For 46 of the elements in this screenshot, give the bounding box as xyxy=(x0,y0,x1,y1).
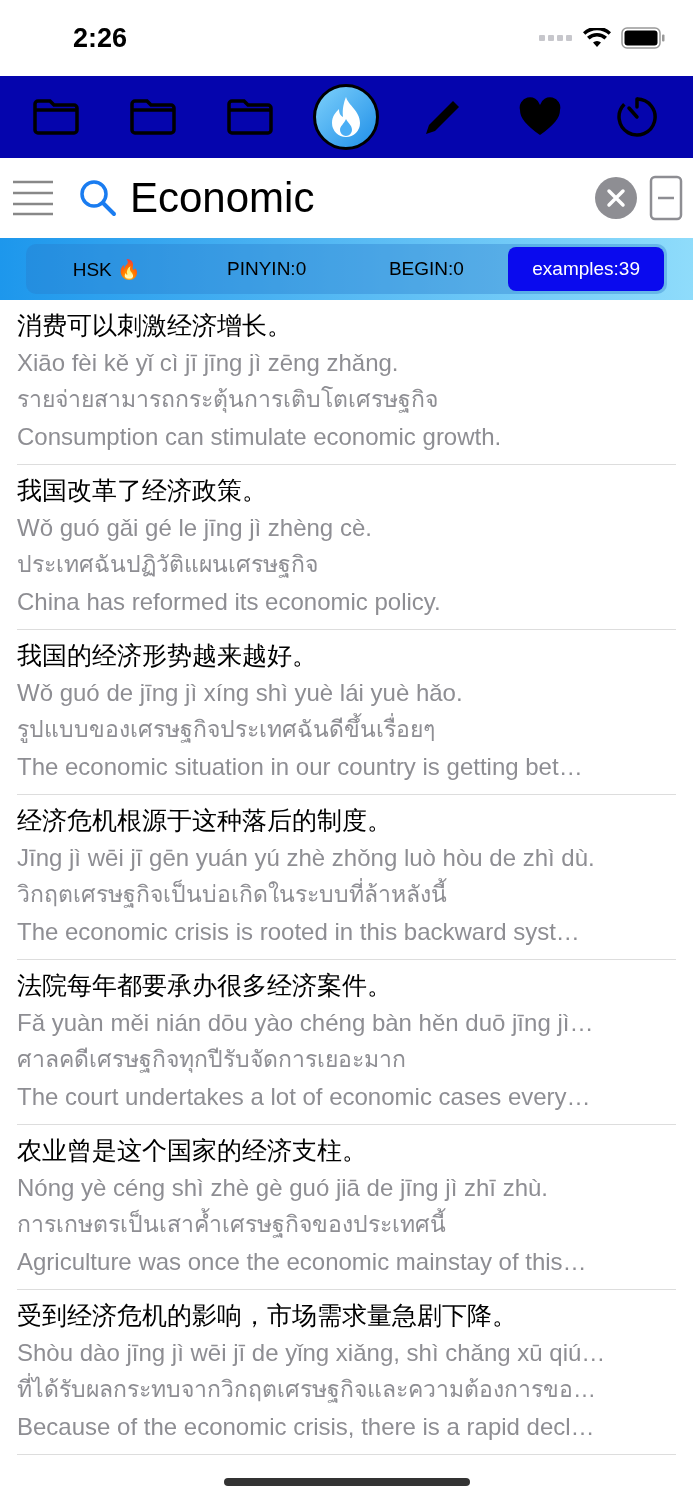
heart-icon xyxy=(517,97,562,137)
pinyin-text: Nóng yè céng shì zhè gè guó jiā de jīng jì zhī zhù. xyxy=(17,1173,549,1203)
pinyin-text: Wǒ guó gǎi gé le jīng jì zhèng cè. xyxy=(17,513,373,543)
pinyin-text: Shòu dào jīng jì wēi jī de yǐng xiǎng, shì chǎng xū qiú… xyxy=(17,1338,607,1368)
english-translation: The economic crisis is rooted in this backward syst… xyxy=(17,917,581,947)
english-translation: Because of the economic crisis, there is a rapid decl… xyxy=(17,1412,596,1442)
chinese-sentence: 农业曾是这个国家的经济支柱。 xyxy=(17,1135,368,1166)
clear-icon[interactable] xyxy=(595,177,637,219)
pinyin-text: Fǎ yuàn měi nián dōu yào chéng bàn hěn duō jīng jì… xyxy=(17,1008,595,1038)
thai-translation: รายจ่ายสามารถกระตุ้นการเติบโตเศรษฐกิจ xyxy=(17,385,439,415)
chinese-sentence: 经济危机根源于这种落后的制度。 xyxy=(17,805,393,836)
english-translation: The economic situation in our country is getting bet… xyxy=(17,752,584,782)
timer-icon xyxy=(615,96,658,138)
wifi-icon xyxy=(583,28,611,48)
segment-tab[interactable]: BEGIN:0 xyxy=(348,247,505,291)
english-translation: Consumption can stimulate economic growth. xyxy=(17,422,503,452)
english-translation: Agriculture was once the economic mainstay of this… xyxy=(17,1247,588,1277)
folder-icon xyxy=(129,98,178,136)
thai-translation: วิกฤตเศรษฐกิจเป็นบ่อเกิดในระบบที่ล้าหลังนี้ xyxy=(17,876,676,913)
thai-translation: ที่ได้รับผลกระทบจากวิกฤตเศรษฐกิจและความต้องการขอ… xyxy=(17,1371,676,1408)
thai-translation: ศาลคดีเศรษฐกิจทุกปีรับจัดการเยอะมาก xyxy=(17,1045,407,1075)
folder-icon xyxy=(225,98,274,136)
menu-icon[interactable] xyxy=(12,180,54,216)
folder-icon xyxy=(32,98,81,136)
pinyin-text: Wǒ guó de jīng jì xíng shì yuè lái yuè hǎo. xyxy=(17,678,464,708)
collapse-icon[interactable] xyxy=(649,175,683,221)
battery-icon xyxy=(621,27,665,49)
segment-tab[interactable]: HSK 🔥 xyxy=(29,247,185,291)
thai-translation: ประเทศฉันปฏิวัติแผนเศรษฐกิจ xyxy=(17,550,319,580)
thai-translation: การเกษตรเป็นเสาค้ำเศรษฐกิจของประเทศนี้ xyxy=(17,1206,676,1243)
segment-tab[interactable]: examples:39 xyxy=(508,247,664,291)
search-field[interactable]: Economic xyxy=(130,174,583,222)
chinese-sentence: 受到经济危机的影响，市场需求量急剧下降。 xyxy=(17,1300,518,1331)
search-icon xyxy=(78,178,118,218)
chinese-sentence: 我国的经济形势越来越好。 xyxy=(17,640,318,671)
segment-tab[interactable]: PINYIN:0 xyxy=(188,247,345,291)
status-time: 2:26 xyxy=(73,22,128,54)
pinyin-text: Jīng jì wēi jī gēn yuán yú zhè zhǒng luò hòu de zhì dù. xyxy=(17,843,596,873)
english-translation: The court undertakes a lot of economic cases every… xyxy=(17,1082,592,1112)
chinese-sentence: 我国改革了经济政策。 xyxy=(17,475,268,506)
thai-translation: รูปแบบของเศรษฐกิจประเทศฉันดีขึ้นเรื่อยๆ xyxy=(17,711,676,748)
signal-icon xyxy=(539,34,573,42)
english-translation: China has reformed its economic policy. xyxy=(17,587,442,617)
chinese-sentence: 法院每年都要承办很多经济案件。 xyxy=(17,970,393,1001)
chinese-sentence: 消费可以刺激经济增长。 xyxy=(17,310,293,341)
pinyin-text: Xiāo fèi kě yǐ cì jī jīng jì zēng zhǎng. xyxy=(17,348,400,378)
